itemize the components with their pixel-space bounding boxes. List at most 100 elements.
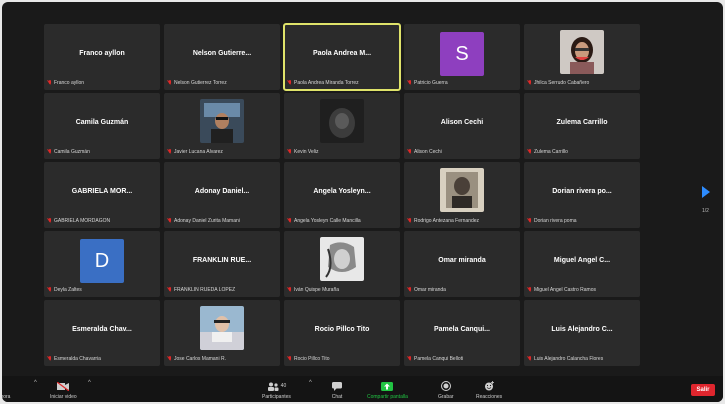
participant-tile[interactable]: Pamela Canqui... Pamela Canqui Belloti [404,300,520,366]
chat-button[interactable]: Chat [331,381,343,400]
participant-full-name: Omar miranda [414,287,446,293]
man-photo [200,99,244,143]
participant-tile[interactable]: FRANKLIN RUE... FRANKLIN RUEDA LOPEZ [164,231,280,297]
participant-tile[interactable]: Esmeralda Chav... Esmeralda Chavarria [44,300,160,366]
participant-full-name: Jhilca Serrudo Cabañero [534,80,590,86]
mic-muted-icon [288,287,292,293]
participant-display-name: Angela Yosleyn... [313,188,371,195]
participant-full-name: Zulema Carrillo [534,149,568,155]
participant-tile[interactable]: Franco ayllon Franco ayllon [44,24,160,90]
participant-tile[interactable]: Dorian rivera po... Dorian rivera poma [524,162,640,228]
participant-tile[interactable]: Camila Guzmán Camila Guzmán [44,93,160,159]
participant-full-name: Esmeralda Chavarria [54,356,101,362]
mic-muted-icon [408,287,412,293]
participant-label: Camila Guzmán [48,149,90,155]
sketch-photo [320,237,364,281]
participant-tile[interactable]: Zulema Carrillo Zulema Carrillo [524,93,640,159]
participant-tile[interactable]: Adonay Daniel... Adonay Daniel Zurita Mam… [164,162,280,228]
mic-muted-icon [48,218,52,224]
participants-caret-icon[interactable]: ^ [309,380,312,386]
start-video-label: Iniciar video [50,394,77,400]
start-video-button[interactable]: Iniciar video [50,381,77,400]
participant-full-name: Deyla Zaltes [54,287,82,293]
participant-display-name: Alison Cechi [440,119,484,126]
mic-muted-icon [168,80,172,86]
reactions-icon [483,381,495,391]
next-page-arrow-icon[interactable] [702,186,710,198]
participant-full-name: Paola Andrea Miranda Torrez [294,80,359,86]
participant-full-name: Nelson Gutierrez Torrez [174,80,227,86]
participant-tile[interactable]: S Patricio Guerra [404,24,520,90]
mic-muted-icon [48,149,52,155]
mic-muted-icon [288,218,292,224]
participant-full-name: Pamela Canqui Belloti [414,356,464,362]
participant-full-name: Miguel Angel Castro Ramos [534,287,596,293]
participant-tile[interactable]: Rodrigo Antezana Fernandez [404,162,520,228]
participant-tile[interactable]: Jhilca Serrudo Cabañero [524,24,640,90]
participant-label: Angela Yosleyn Calle Mancilla [288,218,361,224]
audio-caret-icon[interactable]: ^ [34,380,37,386]
art-photo [440,168,484,212]
participant-label: Nelson Gutierrez Torrez [168,80,227,86]
participant-full-name: Franco ayllon [54,80,85,86]
participant-label: Omar miranda [408,287,446,293]
participant-display-name: Miguel Angel C... [553,257,611,264]
mic-muted-icon [168,149,172,155]
participant-label: Rocio Pillco Tito [288,356,330,362]
participant-tile[interactable]: Omar miranda Omar miranda [404,231,520,297]
participant-full-name: Iván Quispe Muraña [294,287,340,293]
participants-label: Participantes [262,394,291,400]
leave-button[interactable]: Salir [691,384,715,396]
participant-full-name: Patricio Guerra [414,80,448,86]
record-icon [440,381,452,391]
record-button[interactable]: Grabar [438,381,454,400]
video-caret-icon[interactable]: ^ [88,380,91,386]
participant-tile[interactable]: Jose Carlos Mamani R. [164,300,280,366]
woman-photo [560,30,604,74]
participant-tile[interactable]: Paola Andrea M... Paola Andrea Miranda To… [283,23,401,91]
participant-label: Adonay Daniel Zurita Mamani [168,218,240,224]
mic-muted-icon [408,356,412,362]
participant-display-name: Paola Andrea M... [312,50,372,57]
participant-full-name: Alison Cechi [414,149,442,155]
participant-display-name: Camila Guzmán [75,119,129,126]
participant-tile[interactable]: Javier Lucana Alvarez [164,93,280,159]
participant-tile[interactable]: Alison Cechi Alison Cechi [404,93,520,159]
reactions-button[interactable]: Reacciones [476,381,502,400]
participant-tile[interactable]: Rocio Pillco Tito Rocio Pillco Tito [284,300,400,366]
participant-display-name: Zulema Carrillo [556,119,608,126]
page-indicator: 1/2 [702,208,709,214]
video-off-icon [57,381,70,391]
mic-muted-icon [528,287,532,293]
participant-label: Jhilca Serrudo Cabañero [528,80,589,86]
participant-tile[interactable]: Angela Yosleyn... Angela Yosleyn Calle Ma… [284,162,400,228]
participant-label: FRANKLIN RUEDA LOPEZ [168,287,235,293]
participant-label: Javier Lucana Alvarez [168,149,223,155]
participant-display-name: Rocio Pillco Tito [314,326,370,333]
participant-full-name: Jose Carlos Mamani R. [174,356,226,362]
avatar-initial: D [80,239,124,283]
participant-label: Paola Andrea Miranda Torrez [288,80,359,86]
participant-tile[interactable]: Kevin Veliz [284,93,400,159]
participant-tile[interactable]: GABRIELA MOR... GABRIELA MORDAGON [44,162,160,228]
participant-display-name: Pamela Canqui... [433,326,491,333]
participant-label: Miguel Angel Castro Ramos [528,287,596,293]
mic-muted-icon [48,80,52,86]
chat-label: Chat [331,394,343,400]
participant-tile[interactable]: D Deyla Zaltes [44,231,160,297]
share-screen-button[interactable]: Compartir pantalla [367,381,408,400]
participant-label: Luis Alejandro Calancha Flores [528,356,603,362]
mic-muted-icon [408,218,412,224]
participant-full-name: Rocio Pillco Tito [294,356,330,362]
mic-muted-icon [168,218,172,224]
participant-tile[interactable]: Miguel Angel C... Miguel Angel Castro Ram… [524,231,640,297]
participants-button[interactable]: 40 Participantes [262,381,291,400]
participant-tile[interactable]: Iván Quispe Muraña [284,231,400,297]
participant-display-name: Omar miranda [438,257,486,264]
mic-muted-icon [288,80,292,86]
participants-count: 40 [280,383,287,389]
participant-tile[interactable]: Nelson Gutierre... Nelson Gutierrez Torre… [164,24,280,90]
participant-display-name: Esmeralda Chav... [72,326,132,333]
unmute-button[interactable]: rabora [2,381,10,400]
participant-tile[interactable]: Luis Alejandro C... Luis Alejandro Calanc… [524,300,640,366]
